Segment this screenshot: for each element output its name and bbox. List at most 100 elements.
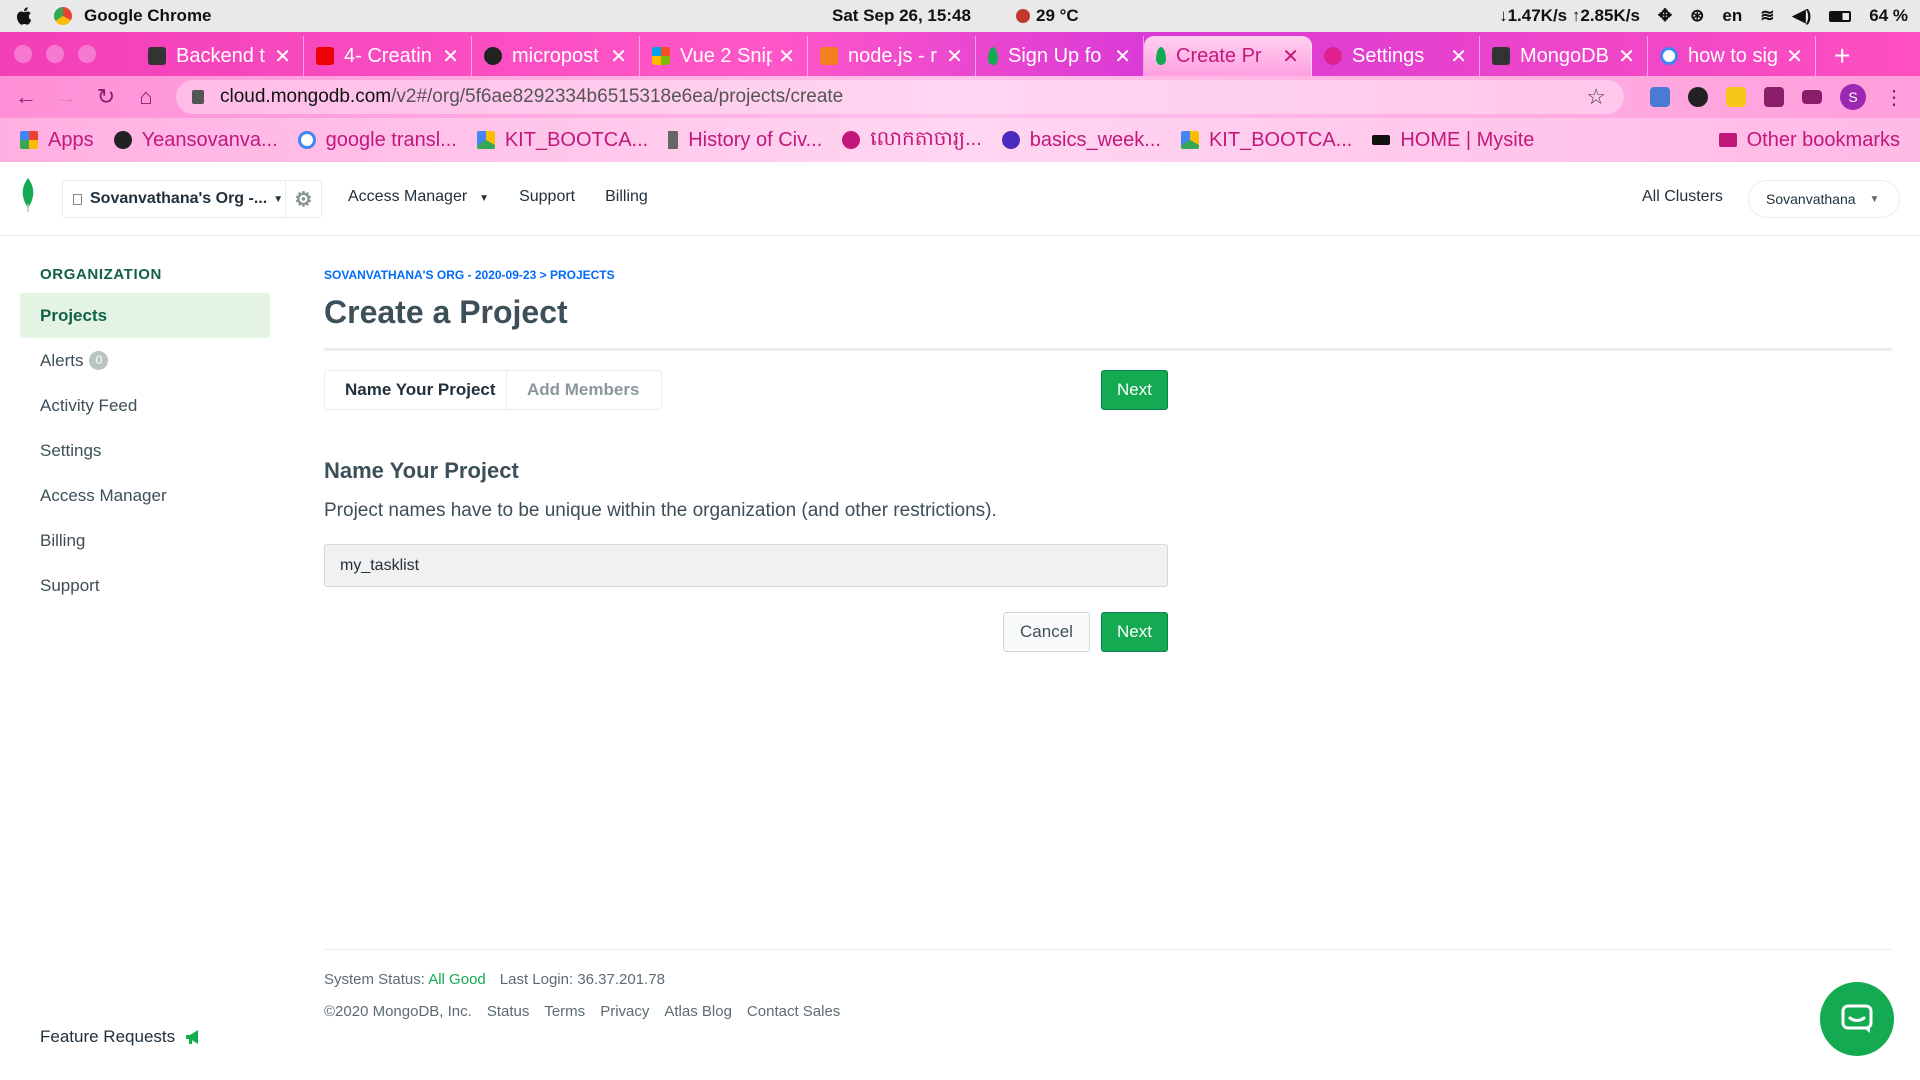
bookmark-item[interactable]: History of Civ... bbox=[668, 129, 822, 152]
sidebar-item-access-manager[interactable]: Access Manager bbox=[20, 473, 270, 518]
browser-tab-active[interactable]: Create Pr ✕ bbox=[1144, 36, 1312, 76]
breadcrumb-projects[interactable]: PROJECTS bbox=[550, 268, 615, 282]
close-window-button[interactable] bbox=[14, 45, 32, 63]
browser-tab[interactable]: MongoDB ✕ bbox=[1480, 36, 1648, 76]
sidebar-item-settings[interactable]: Settings bbox=[20, 428, 270, 473]
fullscreen-window-button[interactable] bbox=[78, 45, 96, 63]
browser-tab[interactable]: Sign Up fo ✕ bbox=[976, 36, 1144, 76]
browser-tab[interactable]: Backend t ✕ bbox=[136, 36, 304, 76]
footer-link-atlas-blog[interactable]: Atlas Blog bbox=[664, 1003, 732, 1020]
extension-icon[interactable] bbox=[1688, 87, 1708, 107]
media-control-icon[interactable] bbox=[1802, 90, 1822, 104]
nav-billing[interactable]: Billing bbox=[605, 188, 648, 206]
sidebar-item-activity-feed[interactable]: Activity Feed bbox=[20, 383, 270, 428]
bookmark-item[interactable]: basics_week... bbox=[1001, 129, 1161, 152]
chat-support-button[interactable] bbox=[1820, 982, 1894, 1056]
browser-tab[interactable]: 4- Creatin ✕ bbox=[304, 36, 472, 76]
browser-tab[interactable]: node.js - r ✕ bbox=[808, 36, 976, 76]
browser-tab[interactable]: micropost ✕ bbox=[472, 36, 640, 76]
battery-icon[interactable] bbox=[1829, 10, 1852, 22]
volume-icon[interactable]: ◀) bbox=[1793, 6, 1812, 26]
url-host: cloud.mongodb.com bbox=[220, 86, 392, 107]
minimize-window-button[interactable] bbox=[46, 45, 64, 63]
input-language[interactable]: en bbox=[1722, 6, 1742, 26]
close-tab-icon[interactable]: ✕ bbox=[1282, 44, 1299, 69]
breadcrumb-org[interactable]: SOVANVATHANA'S ORG - 2020-09-23 bbox=[324, 268, 536, 282]
sidebar-item-support[interactable]: Support bbox=[20, 563, 270, 608]
translate-extension-icon[interactable] bbox=[1650, 87, 1670, 107]
bookmark-item[interactable]: KIT_BOOTCA... bbox=[1180, 129, 1352, 152]
browser-tab[interactable]: Vue 2 Snip ✕ bbox=[640, 36, 808, 76]
step-add-members[interactable]: Add Members bbox=[507, 380, 639, 400]
sidebar-item-billing[interactable]: Billing bbox=[20, 518, 270, 563]
feature-requests-link[interactable]: Feature Requests bbox=[40, 1027, 203, 1047]
footer-link-status[interactable]: Status bbox=[487, 1003, 530, 1020]
close-tab-icon[interactable]: ✕ bbox=[1786, 44, 1803, 69]
profile-avatar[interactable]: S bbox=[1840, 84, 1866, 110]
all-clusters-link[interactable]: All Clusters bbox=[1642, 188, 1723, 206]
battery-percent: 64 % bbox=[1869, 6, 1908, 25]
system-status-value[interactable]: All Good bbox=[428, 971, 486, 988]
address-bar[interactable]: cloud.mongodb.com/v2#/org/5f6ae8292334b6… bbox=[176, 80, 1624, 114]
lock-icon[interactable] bbox=[192, 90, 204, 104]
back-button[interactable]: ← bbox=[6, 84, 46, 110]
apple-icon[interactable] bbox=[14, 5, 36, 27]
organization-selector[interactable]: Sovanvathana's Org -... ▼ ⚙ bbox=[62, 180, 322, 218]
project-name-input[interactable] bbox=[324, 544, 1168, 587]
mongodb-leaf-icon bbox=[988, 47, 998, 65]
footer-links: ©2020 MongoDB, Inc. Status Terms Privacy… bbox=[324, 1003, 840, 1020]
close-tab-icon[interactable]: ✕ bbox=[1114, 44, 1131, 69]
extension-icon[interactable] bbox=[1726, 87, 1746, 107]
nav-access-manager[interactable]: Access Manager ▼ bbox=[348, 188, 489, 206]
weather-widget[interactable]: 29 °C bbox=[1016, 6, 1079, 26]
sidebar-item-alerts[interactable]: Alerts 0 bbox=[20, 338, 270, 383]
close-tab-icon[interactable]: ✕ bbox=[442, 44, 459, 69]
reload-button[interactable]: ↻ bbox=[86, 84, 126, 110]
close-tab-icon[interactable]: ✕ bbox=[274, 44, 291, 69]
new-tab-button[interactable]: + bbox=[1834, 36, 1850, 76]
bookmark-item[interactable]: Apps bbox=[20, 129, 94, 152]
menubar-clock[interactable]: Sat Sep 26, 15:48 bbox=[832, 6, 971, 26]
step-name-your-project[interactable]: Name Your Project bbox=[325, 371, 507, 409]
bookmark-item[interactable]: Yeansovanva... bbox=[113, 129, 278, 152]
document-icon bbox=[73, 193, 82, 205]
forward-button[interactable]: → bbox=[46, 84, 86, 110]
breadcrumb: SOVANVATHANA'S ORG - 2020-09-23 > PROJEC… bbox=[324, 268, 1168, 282]
accessibility-icon[interactable]: ⊛ bbox=[1690, 6, 1704, 26]
vpn-icon[interactable]: ✥ bbox=[1658, 6, 1672, 26]
next-button-top[interactable]: Next bbox=[1101, 370, 1168, 410]
home-button[interactable]: ⌂ bbox=[126, 84, 166, 110]
sidebar-item-projects[interactable]: Projects bbox=[20, 293, 270, 338]
mongodb-leaf-icon[interactable] bbox=[20, 178, 36, 212]
close-tab-icon[interactable]: ✕ bbox=[778, 44, 795, 69]
bookmark-star-icon[interactable]: ☆ bbox=[1586, 84, 1606, 110]
bookmark-item[interactable]: google transl... bbox=[297, 129, 457, 152]
close-tab-icon[interactable]: ✕ bbox=[946, 44, 963, 69]
app-name[interactable]: Google Chrome bbox=[84, 6, 212, 26]
section-title: Name Your Project bbox=[324, 458, 519, 483]
github-icon bbox=[484, 47, 502, 65]
close-tab-icon[interactable]: ✕ bbox=[1618, 44, 1635, 69]
next-button[interactable]: Next bbox=[1101, 612, 1168, 652]
browser-tab[interactable]: Settings ✕ bbox=[1312, 36, 1480, 76]
browser-tab[interactable]: how to sig ✕ bbox=[1648, 36, 1816, 76]
nav-support[interactable]: Support bbox=[519, 188, 575, 206]
chrome-menu-icon[interactable]: ⋮ bbox=[1884, 85, 1904, 110]
browser-tab-strip: Backend t ✕ 4- Creatin ✕ micropost ✕ Vue 2 … bbox=[0, 32, 1920, 76]
footer-link-privacy[interactable]: Privacy bbox=[600, 1003, 649, 1020]
bookmark-item[interactable]: KIT_BOOTCA... bbox=[476, 129, 648, 152]
close-tab-icon[interactable]: ✕ bbox=[610, 44, 627, 69]
cancel-button[interactable]: Cancel bbox=[1003, 612, 1090, 652]
bookmark-item[interactable]: HOME | Mysite bbox=[1372, 129, 1534, 152]
wifi-icon[interactable]: ≋ bbox=[1760, 6, 1774, 26]
org-settings-button[interactable]: ⚙ bbox=[285, 181, 321, 217]
other-bookmarks-folder[interactable]: Other bookmarks bbox=[1718, 129, 1900, 152]
user-menu[interactable]: Sovanvathana ▼ bbox=[1748, 180, 1900, 218]
close-tab-icon[interactable]: ✕ bbox=[1450, 44, 1467, 69]
apps-grid-icon bbox=[20, 131, 38, 149]
bookmark-item[interactable]: លោកតាចារ្យ... bbox=[842, 125, 982, 155]
puzzle-extensions-icon[interactable] bbox=[1764, 87, 1784, 107]
network-speed[interactable]: ↓1.47K/s ↑2.85K/s bbox=[1499, 6, 1640, 26]
footer-link-contact-sales[interactable]: Contact Sales bbox=[747, 1003, 840, 1020]
footer-link-terms[interactable]: Terms bbox=[544, 1003, 585, 1020]
